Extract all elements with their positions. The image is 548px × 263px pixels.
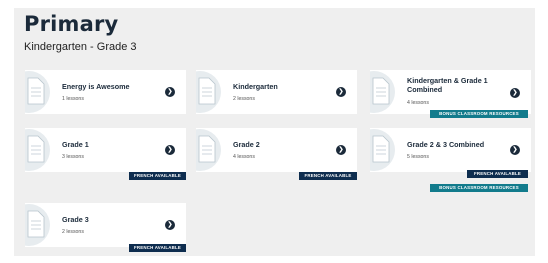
document-icon (25, 203, 55, 247)
arrow-circle-icon[interactable]: ❯ (510, 88, 520, 98)
course-card-energy[interactable]: Energy is Awesome 1 lessons ❯ (25, 70, 186, 114)
primary-panel: Primary Kindergarten - Grade 3 Energy is… (14, 8, 535, 256)
course-card-kindergarten[interactable]: Kindergarten 2 lessons ❯ (196, 70, 357, 114)
lesson-count: 4 lessons (233, 154, 255, 160)
lesson-count: 5 lessons (407, 154, 429, 160)
arrow-circle-icon[interactable]: ❯ (165, 145, 175, 155)
course-card-grade3[interactable]: Grade 3 2 lessons ❯ (25, 203, 186, 247)
page-title: Primary (24, 12, 119, 36)
document-icon (25, 70, 55, 114)
arrow-circle-icon[interactable]: ❯ (510, 145, 520, 155)
course-name: Grade 3 (62, 215, 89, 224)
course-card-grade1[interactable]: Grade 1 3 lessons ❯ (25, 128, 186, 172)
course-name: Energy is Awesome (62, 82, 130, 91)
page-subtitle: Kindergarten - Grade 3 (24, 41, 137, 53)
french-available-badge[interactable]: FRENCH AVAILABLE (299, 172, 357, 180)
lesson-count: 2 lessons (233, 96, 255, 102)
lesson-count: 3 lessons (62, 154, 84, 160)
course-name: Grade 2 (233, 140, 260, 149)
lesson-count: 1 lessons (62, 96, 84, 102)
course-name: Kindergarten (233, 82, 278, 91)
french-available-badge[interactable]: FRENCH AVAILABLE (129, 172, 186, 180)
course-name: Grade 1 (62, 140, 89, 149)
document-icon (196, 70, 226, 114)
lesson-count: 4 lessons (407, 100, 429, 106)
arrow-circle-icon[interactable]: ❯ (336, 145, 346, 155)
document-icon (370, 70, 400, 114)
arrow-circle-icon[interactable]: ❯ (336, 87, 346, 97)
french-available-badge[interactable]: FRENCH AVAILABLE (467, 170, 528, 178)
lesson-count: 2 lessons (62, 229, 84, 235)
bonus-resources-badge[interactable]: BONUS CLASSROOM RESOURCES (430, 110, 528, 118)
arrow-circle-icon[interactable]: ❯ (165, 87, 175, 97)
document-icon (196, 128, 226, 172)
bonus-resources-badge[interactable]: BONUS CLASSROOM RESOURCES (430, 184, 528, 192)
document-icon (370, 128, 400, 172)
course-name: Grade 2 & 3 Combined (407, 140, 485, 149)
arrow-circle-icon[interactable]: ❯ (165, 220, 175, 230)
french-available-badge[interactable]: FRENCH AVAILABLE (129, 244, 186, 252)
course-card-kindergarten-grade1[interactable]: Kindergarten & Grade 1 Combined 4 lesson… (370, 70, 531, 114)
document-icon (25, 128, 55, 172)
course-name: Kindergarten & Grade 1 Combined (407, 76, 488, 94)
course-card-grade2-3[interactable]: Grade 2 & 3 Combined 5 lessons ❯ (370, 128, 531, 172)
course-card-grade2[interactable]: Grade 2 4 lessons ❯ (196, 128, 357, 172)
